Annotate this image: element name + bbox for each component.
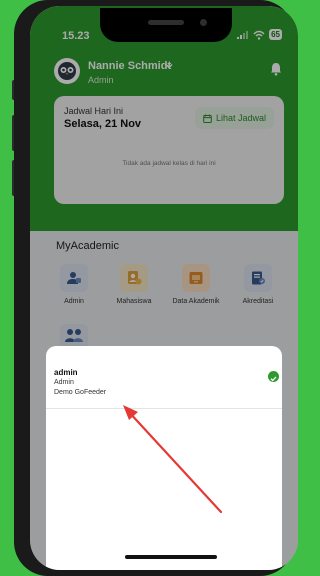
home-indicator[interactable] [125,555,217,559]
account-name: admin [54,368,78,377]
notch [100,8,232,42]
divider [46,408,282,409]
account-item[interactable]: admin Admin Demo GoFeeder [46,346,282,408]
phone-frame: 15.23 65 Nannie Schmidt Admin Jadwal Har… [14,0,298,576]
app-screen: 15.23 65 Nannie Schmidt Admin Jadwal Har… [30,6,298,570]
account-institution: Demo GoFeeder [54,389,107,396]
check-icon [268,371,279,382]
account-switcher-sheet: admin Admin Demo GoFeeder [46,346,282,570]
account-role: Admin [54,379,74,386]
